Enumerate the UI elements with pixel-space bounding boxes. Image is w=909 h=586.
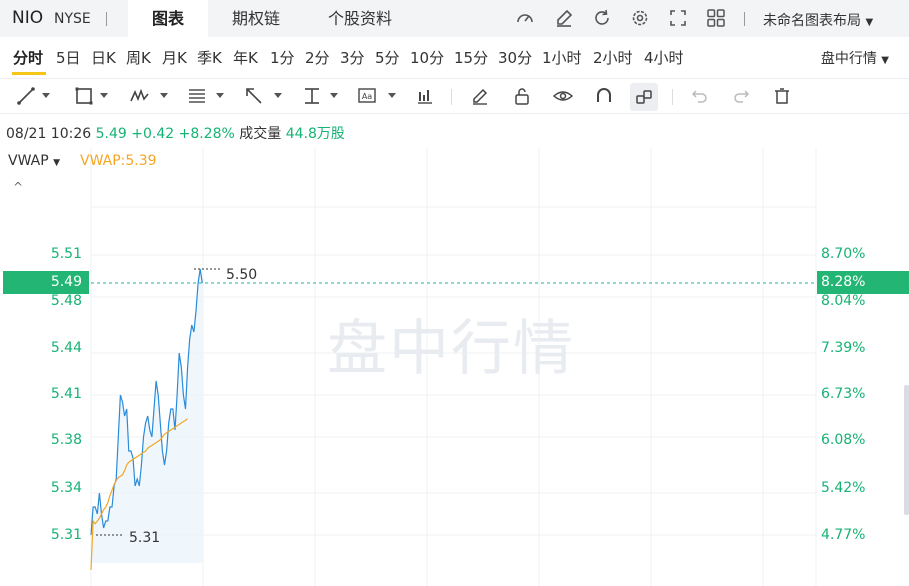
undo-icon[interactable] xyxy=(690,86,710,106)
period-1min[interactable]: 1分 xyxy=(270,47,295,68)
svg-text:Aa: Aa xyxy=(362,92,372,101)
fib-tool-icon[interactable] xyxy=(187,86,207,106)
divider xyxy=(744,12,745,26)
trash-icon[interactable] xyxy=(772,86,792,106)
redo-icon[interactable] xyxy=(731,86,751,106)
volume-label: 成交量 xyxy=(239,126,282,142)
high-marker-label: 5.50 xyxy=(226,267,258,283)
period-month-k[interactable]: 月K xyxy=(162,47,187,68)
lock-icon[interactable] xyxy=(512,86,532,106)
pct-tick: 8.70% xyxy=(821,246,866,262)
magnet-icon[interactable] xyxy=(594,86,614,106)
top-bar: NIO NYSE 图表 期权链 个股资料 未命名图表布局 ▼ xyxy=(0,0,909,37)
period-bar: 分时 5日 日K 周K 月K 季K 年K 1分 2分 3分 5分 10分 15分… xyxy=(0,37,909,77)
pct-tick: 8.04% xyxy=(821,293,866,309)
scrollbar[interactable] xyxy=(904,385,909,515)
price-tick: 5.48 xyxy=(50,293,82,309)
period-10min[interactable]: 10分 xyxy=(410,47,444,68)
quote-volume: 44.8万股 xyxy=(285,126,345,142)
refresh-icon[interactable] xyxy=(591,7,613,29)
watermark: 盘中行情 xyxy=(327,314,575,384)
period-3min[interactable]: 3分 xyxy=(340,47,365,68)
pct-tick: 6.08% xyxy=(821,432,866,448)
fullscreen-icon[interactable] xyxy=(667,7,689,29)
layout-label: 未命名图表布局 xyxy=(763,13,861,29)
chevron-down-icon: ▼ xyxy=(881,55,889,66)
quote-change-pct: +8.28% xyxy=(178,126,235,142)
link-toggle[interactable] xyxy=(630,83,658,111)
arrow-tool-icon[interactable] xyxy=(244,86,264,106)
active-period-indicator xyxy=(12,72,46,75)
ticker-symbol[interactable]: NIO xyxy=(12,8,43,28)
period-2h[interactable]: 2小时 xyxy=(593,47,633,68)
speedometer-icon[interactable] xyxy=(514,7,536,29)
period-quarter-k[interactable]: 季K xyxy=(197,47,222,68)
quote-info: 08/21 10:26 5.49 +0.42 +8.28% 成交量 44.8万股 xyxy=(6,123,345,143)
tab-chart[interactable]: 图表 xyxy=(128,0,208,37)
period-year-k[interactable]: 年K xyxy=(233,47,258,68)
measure-tool-icon[interactable] xyxy=(302,86,322,106)
price-tick: 5.51 xyxy=(50,246,82,262)
quote-datetime: 08/21 10:26 xyxy=(6,126,92,142)
collapse-icon[interactable]: ^ xyxy=(13,180,23,194)
text-tool-icon[interactable]: Aa xyxy=(357,86,377,106)
price-tick: 5.34 xyxy=(50,480,82,496)
indicator-icon[interactable] xyxy=(415,86,435,106)
price-tick: 5.31 xyxy=(50,527,82,543)
layout-dropdown[interactable]: 未命名图表布局 ▼ xyxy=(763,10,873,30)
chevron-down-icon[interactable] xyxy=(216,93,224,98)
period-30min[interactable]: 30分 xyxy=(498,47,532,68)
pct-tick: 6.73% xyxy=(821,386,866,402)
quote-change: +0.42 xyxy=(131,126,175,142)
settings-icon[interactable] xyxy=(629,7,651,29)
current-pct-badge: 8.28% xyxy=(817,271,909,294)
current-price-badge: 5.49 xyxy=(3,271,89,294)
pct-tick: 7.39% xyxy=(821,340,866,356)
chevron-down-icon[interactable] xyxy=(274,93,282,98)
chevron-down-icon[interactable] xyxy=(42,93,50,98)
chevron-down-icon[interactable] xyxy=(330,93,338,98)
period-15min[interactable]: 15分 xyxy=(454,47,488,68)
exchange-label: NYSE xyxy=(54,11,91,27)
pattern-tool-icon[interactable] xyxy=(130,86,150,106)
chevron-down-icon: ▼ xyxy=(53,158,61,168)
tab-options-chain[interactable]: 期权链 xyxy=(212,0,300,37)
divider xyxy=(451,89,452,105)
session-label: 盘中行情 xyxy=(820,51,877,67)
grid-icon[interactable] xyxy=(705,7,727,29)
rectangle-tool-icon[interactable] xyxy=(74,86,94,106)
period-day-k[interactable]: 日K xyxy=(91,47,116,68)
edit-icon[interactable] xyxy=(553,7,575,29)
price-tick: 5.38 xyxy=(50,432,82,448)
pct-tick: 4.77% xyxy=(821,527,866,543)
chevron-down-icon: ▼ xyxy=(865,17,874,28)
link-icon xyxy=(636,90,652,104)
line-tool-icon[interactable] xyxy=(16,86,36,106)
chevron-down-icon[interactable] xyxy=(388,93,396,98)
period-1h[interactable]: 1小时 xyxy=(542,47,582,68)
session-dropdown[interactable]: 盘中行情 ▼ xyxy=(821,48,889,68)
low-marker-label: 5.31 xyxy=(129,530,161,546)
drawing-toolbar: Aa xyxy=(0,78,909,114)
divider xyxy=(672,89,673,105)
period-5d[interactable]: 5日 xyxy=(56,47,81,68)
period-5min[interactable]: 5分 xyxy=(375,47,400,68)
chevron-down-icon[interactable] xyxy=(100,93,108,98)
period-intraday[interactable]: 分时 xyxy=(13,47,43,68)
period-4h[interactable]: 4小时 xyxy=(644,47,684,68)
period-2min[interactable]: 2分 xyxy=(305,47,330,68)
period-week-k[interactable]: 周K xyxy=(126,47,151,68)
eye-icon[interactable] xyxy=(553,86,573,106)
tab-stock-profile[interactable]: 个股资料 xyxy=(306,0,414,37)
chevron-down-icon[interactable] xyxy=(160,93,168,98)
price-tick: 5.44 xyxy=(50,340,82,356)
pencil-icon[interactable] xyxy=(470,86,490,106)
quote-price: 5.49 xyxy=(95,126,127,142)
indicator-name: VWAP xyxy=(8,153,49,169)
price-tick: 5.41 xyxy=(50,386,82,402)
vwap-value: VWAP:5.39 xyxy=(80,153,157,169)
pct-tick: 5.42% xyxy=(821,480,866,496)
divider xyxy=(106,12,107,26)
indicator-dropdown[interactable]: VWAP ▼ xyxy=(8,153,60,169)
